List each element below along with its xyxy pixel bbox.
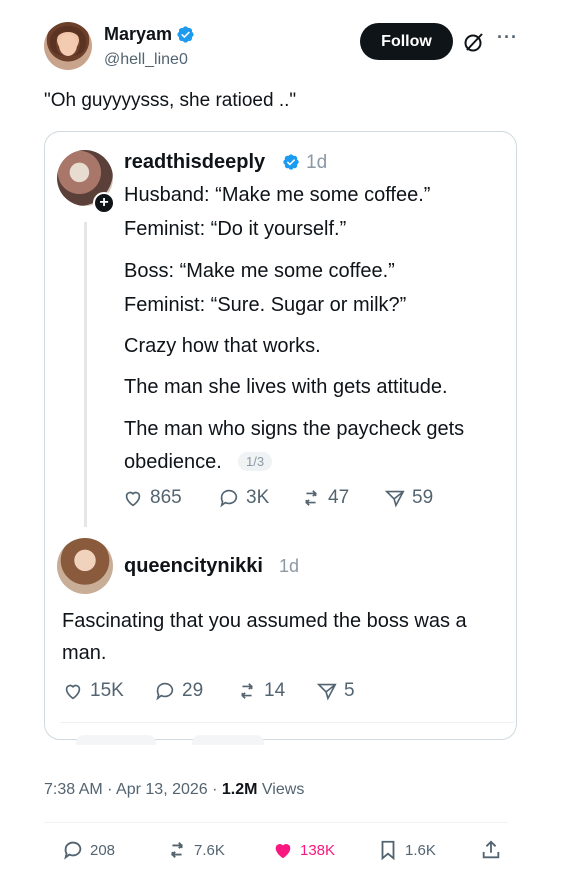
- quoted-text-line: The man who signs the paycheck gets: [124, 418, 465, 440]
- quoted-share-count: 59: [412, 487, 434, 508]
- quoted-text-line: obedience.: [124, 451, 222, 473]
- author-handle[interactable]: @hell_line0: [104, 51, 188, 69]
- post-date[interactable]: Apr 13, 2026: [116, 781, 208, 798]
- plus-icon[interactable]: +: [93, 192, 115, 214]
- share-icon: [384, 490, 405, 508]
- views-count: 1.2M: [221, 781, 258, 798]
- quoted-author-name[interactable]: readthisdeeply: [124, 151, 265, 174]
- reply-text-line: man.: [62, 642, 107, 664]
- reply-repost-count: 14: [264, 680, 286, 701]
- more-icon[interactable]: ···: [497, 27, 518, 48]
- bookmark-button[interactable]: 1.6K: [377, 839, 436, 861]
- verified-badge-icon: [177, 26, 194, 43]
- quoted-repost-count: 47: [328, 487, 350, 508]
- reply-icon: [156, 682, 174, 701]
- reply-count: 208: [90, 841, 116, 859]
- post-timestamp-row: 7:38 AM · Apr 13, 2026 · 1.2M Views: [44, 781, 305, 798]
- quoted-repost-metric[interactable]: 47: [300, 487, 349, 509]
- reply-reply-metric[interactable]: 29: [154, 680, 203, 702]
- heart-icon: [125, 491, 141, 507]
- reply-time: 1d: [279, 556, 300, 576]
- quoted-text-line: The man she lives with gets attitude.: [124, 376, 448, 398]
- reply-icon: [220, 489, 238, 508]
- reply-like-count: 15K: [90, 680, 124, 701]
- quoted-like-count: 865: [150, 487, 182, 508]
- upload-icon: [482, 840, 500, 859]
- tweet-text: "Oh guyyyysss, she ratioed ..": [44, 90, 297, 111]
- quoted-text-line: Crazy how that works.: [124, 335, 321, 357]
- quoted-share-metric[interactable]: 59: [384, 487, 433, 509]
- quoted-text-line: Husband: “Make me some coffee.”: [124, 184, 431, 206]
- heart-icon: [65, 684, 81, 700]
- verified-badge-icon: [283, 154, 299, 170]
- reply-author-name[interactable]: queencitynikki: [124, 555, 263, 578]
- reply-share-count: 5: [344, 680, 355, 701]
- grok-icon[interactable]: [462, 30, 486, 54]
- bookmark-count: 1.6K: [405, 841, 436, 859]
- upload-button[interactable]: [480, 839, 502, 861]
- ghost-pill: [76, 735, 156, 745]
- reply-reply-count: 29: [182, 680, 204, 701]
- quoted-post-time: 1d: [306, 152, 328, 173]
- bookmark-icon: [381, 840, 395, 861]
- reply-share-metric[interactable]: 5: [316, 680, 355, 702]
- repost-count: 7.6K: [194, 841, 225, 859]
- views-label: Views: [261, 781, 305, 798]
- repost-icon: [171, 842, 183, 858]
- author-display-name[interactable]: Maryam: [104, 24, 172, 45]
- reply-icon: [64, 841, 82, 860]
- repost-icon: [305, 490, 317, 506]
- reply-author-avatar[interactable]: [57, 538, 113, 594]
- share-icon: [316, 683, 337, 701]
- like-count: 138K: [300, 841, 336, 859]
- reply-like-metric[interactable]: 15K: [62, 680, 124, 702]
- divider: [44, 822, 508, 823]
- thread-line: [84, 222, 87, 527]
- author-avatar[interactable]: [44, 22, 92, 70]
- quoted-text-line: Boss: “Make me some coffee.”: [124, 260, 395, 282]
- post-time[interactable]: 7:38 AM: [44, 781, 103, 798]
- like-button[interactable]: 138K: [272, 839, 335, 861]
- reply-text-line: Fascinating that you assumed the boss wa…: [62, 610, 467, 632]
- quoted-reply-metric[interactable]: 3K: [218, 487, 269, 509]
- reply-button[interactable]: 208: [62, 839, 115, 861]
- repost-button[interactable]: 7.6K: [166, 839, 225, 861]
- quoted-text-line: Feminist: “Sure. Sugar or milk?”: [124, 294, 407, 316]
- repost-icon: [241, 683, 253, 699]
- card-divider: [60, 722, 514, 723]
- follow-button[interactable]: Follow: [360, 23, 453, 60]
- reply-repost-metric[interactable]: 14: [236, 680, 285, 702]
- thread-page-indicator: 1/3: [238, 452, 273, 471]
- ghost-pill: [192, 735, 264, 745]
- quoted-text-line: Feminist: “Do it yourself.”: [124, 218, 347, 240]
- quoted-like-metric[interactable]: 865: [122, 487, 182, 509]
- quoted-reply-count: 3K: [246, 487, 270, 508]
- heart-icon: [275, 844, 291, 859]
